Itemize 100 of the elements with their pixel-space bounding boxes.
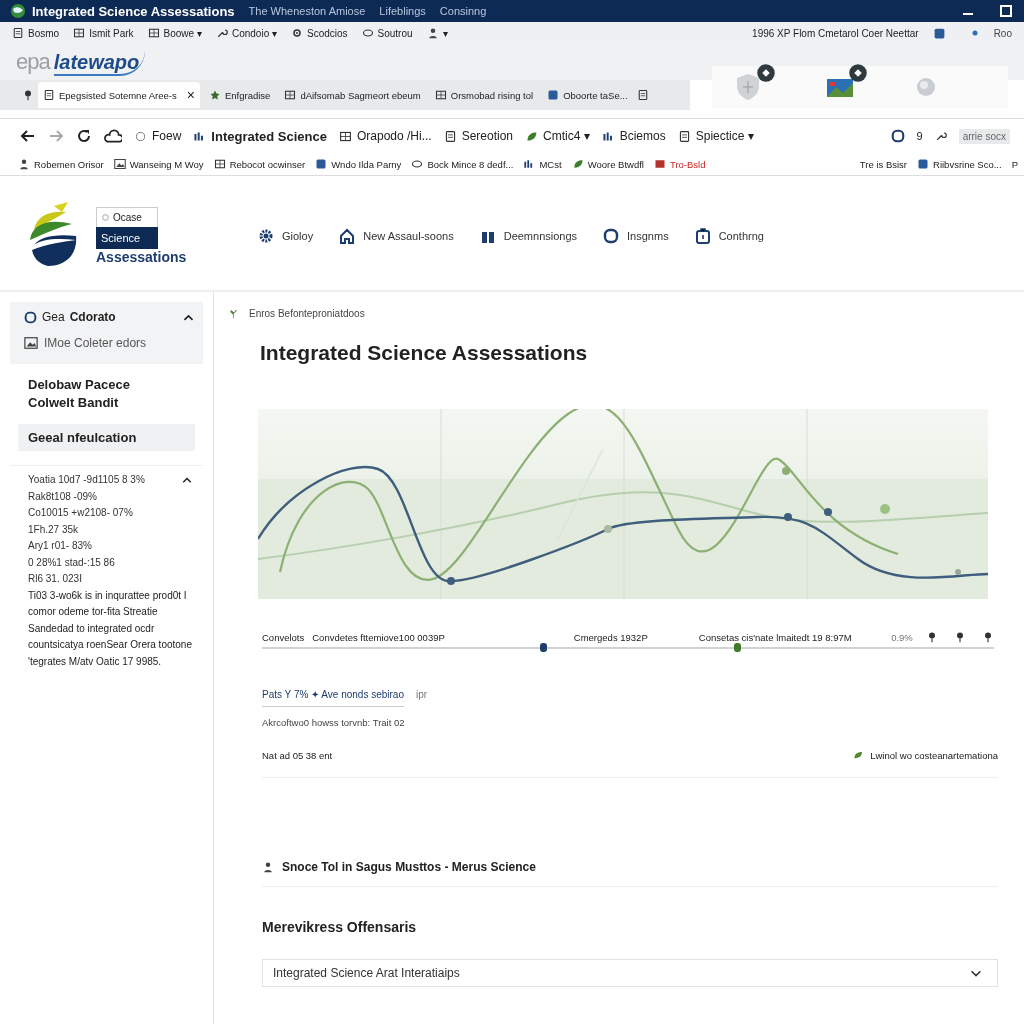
address-item[interactable]: Cmtic4 ▾ [525, 129, 590, 143]
bookmark[interactable]: P [1011, 158, 1018, 170]
cloud-icon[interactable] [104, 127, 122, 145]
data-point [824, 508, 832, 516]
star-icon [208, 89, 221, 101]
document-icon[interactable] [636, 89, 649, 101]
address-item[interactable]: Orapodo /Hi... [338, 129, 432, 143]
window-title: Integrated Science Assessations [32, 3, 235, 19]
leaf-icon [571, 158, 584, 170]
title-menu-item[interactable]: The Wheneston Amiose [248, 5, 366, 17]
data-point [782, 467, 790, 475]
maximize-icon[interactable] [998, 3, 1014, 19]
bookmark[interactable]: Riibvsrine Sco... [917, 158, 1002, 170]
menu-item[interactable]: ▾ [426, 27, 448, 39]
stats-text: ipr [416, 689, 428, 702]
browser-tab[interactable]: Enfgradise [203, 82, 276, 108]
document-icon [43, 89, 55, 101]
sidebar-link[interactable]: IMoe Coleter edors [24, 336, 195, 350]
pin-icon[interactable] [22, 89, 34, 101]
title-menu-item[interactable]: Lifeblings [379, 5, 426, 17]
bookmark[interactable]: Wanseing M Woy [113, 158, 204, 170]
bookmark[interactable]: Tre is Bsisr [859, 158, 907, 170]
circle-icon [101, 213, 110, 222]
person-icon [262, 861, 274, 873]
nav-link[interactable]: Insgnms [603, 228, 669, 244]
grid-icon [284, 89, 297, 101]
timestamp-text: Nat ad 05 38 ent [262, 750, 333, 761]
brand-prefix: epa [16, 48, 50, 75]
grid-icon [73, 27, 86, 39]
browser-tab[interactable]: Orsmobad rising tol [429, 82, 539, 108]
menu-label[interactable]: Roo [993, 27, 1012, 39]
globe-icon [10, 3, 26, 19]
brand-logo[interactable]: latewapo [53, 50, 146, 76]
timeline-label: Cmergeds 1932P [573, 632, 649, 643]
bookmark[interactable]: Wndo Ilda Parny [315, 158, 402, 170]
nav-link[interactable]: Gioloy [258, 228, 314, 244]
browser-tab[interactable]: dAifsomab Sagmeort ebeum [279, 82, 426, 108]
pin-icon[interactable] [926, 631, 938, 643]
note-text: Akrcoftwo0 howss torvnb: Trait 02 [262, 717, 406, 728]
grid-icon [434, 89, 447, 101]
dropdown-field[interactable]: Integrated Science Arat Interatiaips [262, 959, 998, 987]
image-icon [113, 158, 126, 170]
bookmark[interactable]: Bock Mince 8 dedf... [411, 158, 514, 170]
home-icon [339, 228, 356, 244]
menu-item[interactable]: Ismit Park [73, 27, 134, 39]
stats-link[interactable]: Pats Y 7% ✦ Ave nonds sebirao [262, 689, 404, 707]
reload-icon[interactable] [76, 128, 92, 144]
back-icon[interactable] [20, 128, 36, 144]
description-text: Ti03 3-wo6k is in inqurattee prod0t I comor odeme tor-fita Streatie Sandedad to integrated ocdr countsicatya roenSear Orera tootone 'tegrates M/atv Oatic 17 9985. [28, 588, 193, 669]
browser-tab[interactable]: Oboorte taSe... [542, 82, 633, 108]
circle-icon [134, 129, 147, 143]
document-icon [12, 27, 24, 39]
timeline-label: Convelots [262, 632, 305, 643]
timeline-marker[interactable] [540, 643, 547, 652]
browser-tab[interactable]: Epegsisted Sotemne Aree-s × [38, 82, 200, 108]
search-field[interactable]: arrie socx [958, 128, 1010, 144]
detail-list: Yoatia 10d7 -9d1105 8 3% Rak8t108 -09% Co10015 +w2108- 07% 1Fh.27 35k Ary1 r01- 83% 0 28%1 stad-:15 86 Rl6 31. 023I [28, 472, 181, 588]
nav-link[interactable]: Conthrng [694, 228, 764, 244]
grid-icon [147, 27, 160, 39]
menu-item[interactable]: Condoio ▾ [215, 27, 277, 39]
bookmark[interactable]: Robemen Orisor [18, 158, 104, 170]
breadcrumb-link[interactable]: Enros Befonteproniatdoos [249, 308, 365, 319]
address-item[interactable]: Sereotion [443, 129, 514, 143]
data-point [880, 504, 890, 514]
logo-band: Science [96, 227, 158, 249]
page-title: Integrated Science Assessations [260, 341, 589, 365]
bookmark[interactable]: Woore Btwdfl [571, 158, 644, 170]
nav-link[interactable]: Deemnnsiongs [479, 228, 578, 244]
address-item[interactable]: Integrated Science [193, 128, 327, 144]
status-text: 1996 XP Flom Cmetarol Coer Neettar [752, 27, 919, 39]
section-title: Snoce Tol in Sagus Musttos - Merus Science [282, 860, 536, 874]
address-item[interactable]: Foew [134, 129, 182, 143]
person-icon [18, 158, 30, 170]
app-icon[interactable] [932, 26, 946, 40]
section-header: Geeal nfeulcation [18, 424, 195, 451]
address-item[interactable]: Bciemos [601, 129, 666, 143]
menu-item[interactable]: Scodcios [290, 27, 348, 39]
timeline-marker[interactable] [734, 643, 741, 652]
close-button[interactable]: × [186, 87, 195, 103]
grid-icon [338, 129, 352, 143]
square-icon [917, 158, 929, 170]
gear-icon [290, 27, 303, 39]
document-icon [443, 129, 457, 143]
pin-icon[interactable] [954, 631, 966, 643]
settings-icon [258, 228, 274, 244]
bookmark[interactable]: Tro-Bsld [653, 158, 706, 170]
bookmark[interactable]: Rebocot ocwinser [213, 158, 306, 170]
document-icon [677, 129, 691, 143]
sidebar-heading: Delobaw Pacece Colwelt Bandit [28, 376, 131, 412]
pin-icon[interactable] [982, 631, 994, 643]
data-point [604, 525, 612, 533]
menu-item[interactable]: Soutrou [361, 27, 413, 39]
menu-item[interactable]: Bosmo [12, 27, 60, 39]
grid-icon [213, 158, 226, 170]
nav-link[interactable]: New Assaul-soons [339, 228, 454, 244]
panel-label: Gea [42, 310, 65, 324]
title-menu-item[interactable]: Consinng [439, 5, 487, 17]
bookmark[interactable]: MCst [523, 158, 562, 170]
address-item[interactable]: Spiectice ▾ [677, 129, 754, 143]
menu-item[interactable]: Boowe ▾ [147, 27, 202, 39]
